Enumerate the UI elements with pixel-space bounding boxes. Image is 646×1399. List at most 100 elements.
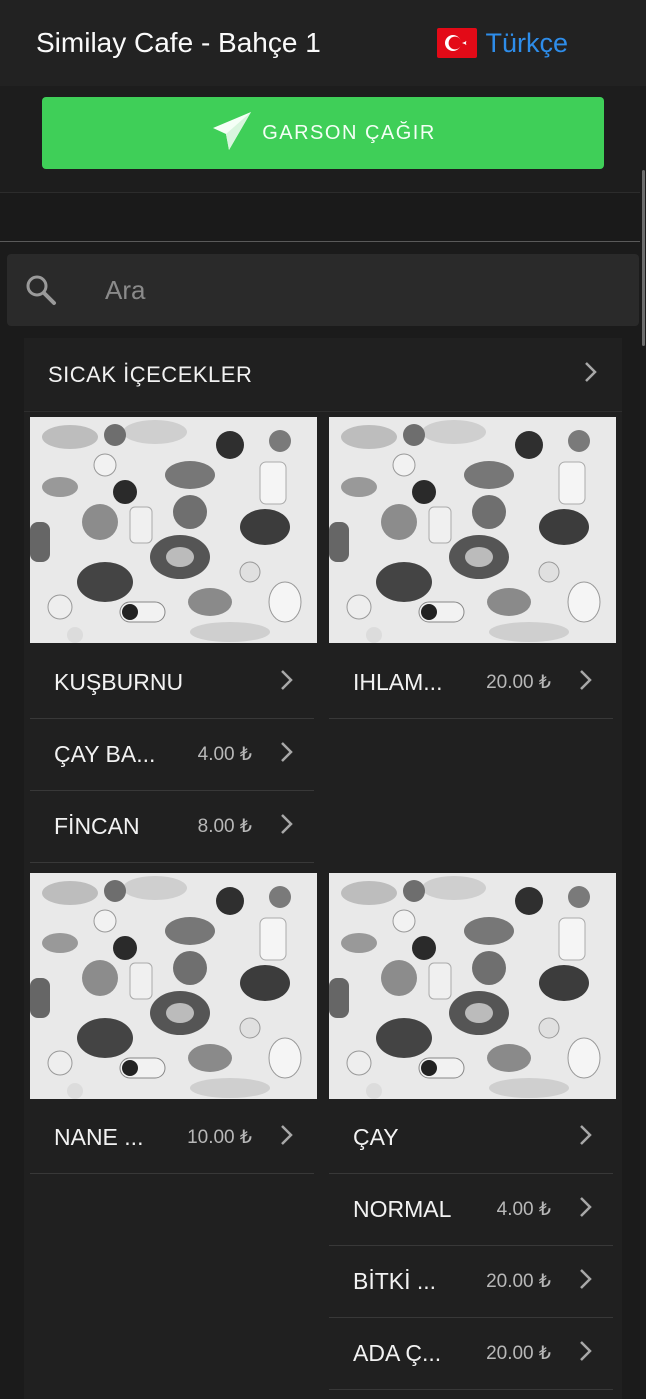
item-price: 4.00 ₺ (197, 744, 252, 765)
food-shape (487, 588, 531, 616)
food-shape (259, 917, 287, 961)
food-shape (381, 504, 417, 540)
food-shape (93, 453, 117, 477)
food-shape (240, 965, 290, 1001)
food-shape (403, 880, 425, 902)
food-shape (464, 917, 514, 945)
food-shape (268, 581, 302, 623)
food-shape (568, 886, 590, 908)
app-header: Similay Cafe - Bahçe 1 Türkçe (0, 0, 646, 86)
food-shape (216, 887, 244, 915)
food-shape (47, 594, 73, 620)
food-shape (421, 1060, 437, 1076)
list-item[interactable]: ADA Ç... 20.00 ₺ (329, 1318, 613, 1390)
food-shape (77, 562, 133, 602)
food-shape (403, 424, 425, 446)
list-item[interactable]: FİNCAN 8.00 ₺ (30, 791, 314, 863)
food-shape (122, 604, 138, 620)
product-image[interactable] (30, 873, 317, 1099)
food-shape (341, 881, 397, 905)
food-shape (47, 1050, 73, 1076)
food-shape (464, 461, 514, 489)
food-shape (269, 430, 291, 452)
food-pattern-illustration (30, 420, 302, 643)
food-shape (67, 627, 83, 643)
language-label[interactable]: Türkçe (485, 28, 568, 59)
food-shape (329, 978, 349, 1018)
food-shape (366, 627, 382, 643)
food-shape (489, 1078, 569, 1098)
food-shape (329, 522, 349, 562)
food-shape (77, 1018, 133, 1058)
food-shape (465, 1003, 493, 1023)
food-shape (173, 951, 207, 985)
food-shape (421, 604, 437, 620)
food-shape (538, 1017, 560, 1039)
food-shape (166, 547, 194, 567)
language-selector[interactable]: Türkçe (437, 28, 568, 59)
list-item[interactable]: BİTKİ ... 20.00 ₺ (329, 1246, 613, 1318)
product-image[interactable] (329, 417, 616, 643)
search-icon[interactable] (23, 272, 59, 308)
food-shape (346, 1050, 372, 1076)
food-shape (104, 424, 126, 446)
scrollbar[interactable] (640, 86, 646, 1399)
search-input[interactable] (103, 273, 567, 307)
category-header[interactable]: SICAK İÇECEKLER (24, 338, 622, 412)
food-shape (165, 461, 215, 489)
food-shape (422, 420, 486, 444)
item-price: 20.00 ₺ (486, 1271, 551, 1292)
food-shape (487, 1044, 531, 1072)
list-item[interactable]: ÇAY BA... 4.00 ₺ (30, 719, 314, 791)
chevron-right-icon (278, 1122, 296, 1153)
food-shape (123, 420, 187, 444)
food-shape (239, 1017, 261, 1039)
list-item[interactable]: ÇAY (329, 1102, 613, 1174)
page-title: Similay Cafe - Bahçe 1 (36, 27, 321, 58)
item-name: ÇAY BA... (54, 741, 156, 767)
chevron-right-icon (577, 667, 595, 698)
item-price: 20.00 ₺ (486, 1343, 551, 1364)
food-shape (240, 509, 290, 545)
food-shape (538, 561, 560, 583)
food-shape (376, 562, 432, 602)
food-shape (129, 506, 153, 544)
food-shape (30, 978, 50, 1018)
chevron-right-icon (577, 1194, 595, 1225)
food-shape (412, 936, 436, 960)
chevron-right-icon (577, 1266, 595, 1297)
list-item[interactable]: NORMAL 4.00 ₺ (329, 1174, 613, 1246)
call-waiter-button[interactable]: GARSON ÇAĞIR (42, 97, 604, 169)
product-image[interactable] (30, 417, 317, 643)
food-shape (239, 561, 261, 583)
list-item[interactable]: NANE ... 10.00 ₺ (30, 1102, 314, 1174)
chevron-right-icon (577, 1338, 595, 1369)
product-image[interactable] (329, 873, 616, 1099)
food-shape (558, 917, 586, 961)
item-name: FİNCAN (54, 813, 140, 839)
food-shape (30, 522, 50, 562)
item-price: 20.00 ₺ (486, 672, 551, 693)
food-shape (104, 880, 126, 902)
category-section: SICAK İÇECEKLER KUŞBURNU ÇAY BA... 4.00 … (24, 338, 622, 1399)
food-shape (376, 1018, 432, 1058)
category-title: SICAK İÇECEKLER (48, 361, 253, 387)
chevron-right-icon (278, 739, 296, 770)
food-shape (113, 480, 137, 504)
section-divider (0, 241, 640, 242)
scrollbar-thumb[interactable] (642, 170, 645, 346)
food-shape (269, 886, 291, 908)
item-name: ADA Ç... (353, 1340, 442, 1366)
food-shape (392, 909, 416, 933)
item-name: NANE ... (54, 1124, 144, 1150)
food-shape (259, 461, 287, 505)
item-name: BİTKİ ... (353, 1268, 437, 1294)
list-item[interactable]: IHLAM... 20.00 ₺ (329, 647, 613, 719)
food-shape (515, 431, 543, 459)
list-item[interactable]: KUŞBURNU (30, 647, 314, 719)
food-shape (42, 881, 98, 905)
food-shape (515, 887, 543, 915)
chevron-right-icon (278, 667, 296, 698)
food-shape (190, 622, 270, 642)
food-shape (392, 453, 416, 477)
